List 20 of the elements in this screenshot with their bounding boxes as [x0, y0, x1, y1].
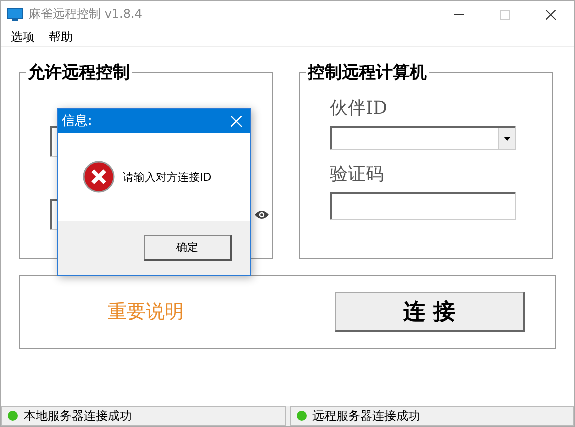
- group-title: 控制远程计算机: [306, 62, 428, 84]
- monitor-icon: [7, 8, 23, 22]
- eye-icon[interactable]: [254, 210, 270, 220]
- status-text: 本地服务器连接成功: [24, 408, 132, 424]
- window-title: 麻雀远程控制 v1.8.4: [29, 6, 142, 23]
- group-title: 允许远程控制: [27, 62, 131, 84]
- status-text: 远程服务器连接成功: [312, 408, 420, 424]
- close-icon[interactable]: [546, 10, 556, 20]
- dialog-title: 信息:: [62, 113, 92, 130]
- connect-button[interactable]: 连 接: [335, 292, 525, 332]
- dropdown-field[interactable]: [330, 126, 516, 150]
- dialog-message: 请输入对方连接ID: [123, 170, 212, 184]
- input-field[interactable]: [330, 192, 516, 220]
- ok-button[interactable]: 确定: [144, 235, 232, 261]
- error-icon: [83, 161, 115, 193]
- menu-item[interactable]: 帮助: [49, 28, 73, 46]
- menu-item[interactable]: 选项: [11, 28, 35, 46]
- field-label: 伙伴ID: [330, 97, 389, 120]
- field-label: 验证码: [330, 163, 385, 186]
- caret-icon: [504, 136, 510, 140]
